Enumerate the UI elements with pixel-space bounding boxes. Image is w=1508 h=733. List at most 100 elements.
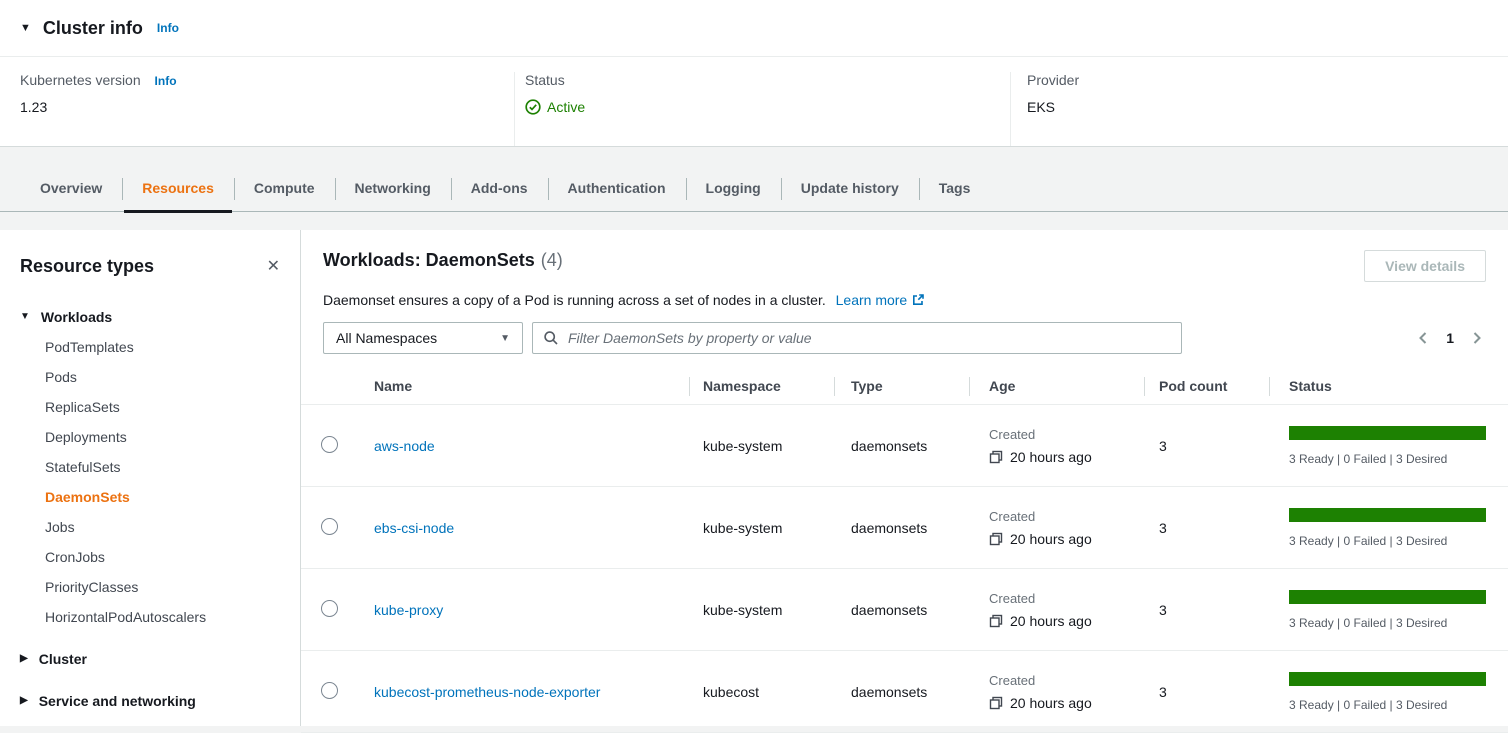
copy-icon[interactable] [989, 696, 1003, 710]
daemonset-name-link[interactable]: kube-proxy [374, 602, 443, 618]
namespace-cell: kube-system [689, 520, 834, 536]
type-cell: daemonsets [834, 438, 969, 454]
status-cell: 3 Ready | 0 Failed | 3 Desired [1269, 508, 1508, 548]
search-icon [543, 330, 559, 346]
tab-logging[interactable]: Logging [686, 167, 781, 211]
chevron-left-icon [1416, 330, 1430, 346]
status-bar [1289, 672, 1486, 686]
column-header-name: Name [364, 368, 689, 404]
column-header-age: Age [969, 368, 1144, 404]
tab-resources[interactable]: Resources [122, 167, 234, 211]
type-cell: daemonsets [834, 602, 969, 618]
row-radio-button[interactable] [321, 682, 338, 699]
daemonset-name-link[interactable]: aws-node [374, 438, 435, 454]
table-header-row: Name Namespace Type Age Pod count Status [301, 368, 1508, 405]
namespace-cell: kube-system [689, 602, 834, 618]
search-input[interactable] [566, 329, 1171, 347]
table-row: kubecost-prometheus-node-exporter kubeco… [301, 651, 1508, 733]
caret-right-icon: ▶ [20, 696, 28, 706]
resource-types-title: Resource types [20, 256, 154, 277]
sidebar-item-priorityclasses[interactable]: PriorityClasses [45, 572, 286, 602]
tree-group-cluster-label: Cluster [39, 651, 87, 667]
column-header-status: Status [1269, 368, 1508, 404]
selection-column-header [301, 368, 364, 404]
status-value: Active [547, 99, 585, 115]
view-details-button[interactable]: View details [1364, 250, 1486, 282]
daemonsets-search [532, 322, 1182, 354]
tabs-bar: Overview Resources Compute Networking Ad… [0, 167, 1508, 212]
pod-count-cell: 3 [1144, 520, 1269, 536]
previous-page-button[interactable] [1414, 328, 1432, 348]
next-page-button[interactable] [1468, 328, 1486, 348]
tree-group-service-and-networking[interactable]: ▶ Service and networking [20, 686, 286, 716]
sidebar-item-cronjobs[interactable]: CronJobs [45, 542, 286, 572]
resource-types-panel: Resource types ✕ ▼ Workloads PodTemplate… [0, 230, 301, 726]
eks-cluster-page: ▼ Cluster info Info Kubernetes version I… [0, 0, 1508, 726]
namespace-filter-dropdown[interactable]: All Namespaces ▼ [323, 322, 523, 354]
chevron-right-icon [1470, 330, 1484, 346]
sidebar-item-statefulsets[interactable]: StatefulSets [45, 452, 286, 482]
kubernetes-version-info-link[interactable]: Info [155, 74, 177, 88]
age-cell: Created 20 hours ago [969, 673, 1144, 711]
column-header-pod-count: Pod count [1144, 368, 1269, 404]
tree-group-workloads-label: Workloads [41, 309, 112, 325]
pod-count-cell: 3 [1144, 438, 1269, 454]
close-icon[interactable]: ✕ [261, 254, 286, 278]
type-cell: daemonsets [834, 684, 969, 700]
tab-update-history[interactable]: Update history [781, 167, 919, 211]
age-cell: Created 20 hours ago [969, 509, 1144, 547]
copy-icon[interactable] [989, 450, 1003, 464]
copy-icon[interactable] [989, 532, 1003, 546]
daemonsets-panel: Workloads: DaemonSets(4) View details Da… [301, 230, 1508, 726]
tree-group-workloads[interactable]: ▼ Workloads [20, 302, 286, 332]
sidebar-item-podtemplates[interactable]: PodTemplates [45, 332, 286, 362]
daemonset-name-link[interactable]: ebs-csi-node [374, 520, 454, 536]
external-link-icon [911, 293, 925, 307]
content-area: Resource types ✕ ▼ Workloads PodTemplate… [0, 230, 1508, 726]
sidebar-item-jobs[interactable]: Jobs [45, 512, 286, 542]
tab-authentication[interactable]: Authentication [548, 167, 686, 211]
caret-down-icon: ▼ [20, 312, 30, 322]
daemonset-name-link[interactable]: kubecost-prometheus-node-exporter [374, 684, 600, 700]
pod-count-cell: 3 [1144, 602, 1269, 618]
tab-networking[interactable]: Networking [335, 167, 451, 211]
status-bar [1289, 426, 1486, 440]
provider-value: EKS [1027, 99, 1508, 115]
row-radio-button[interactable] [321, 600, 338, 617]
column-header-namespace: Namespace [689, 368, 834, 404]
sidebar-item-deployments[interactable]: Deployments [45, 422, 286, 452]
kubernetes-version-label: Kubernetes version [20, 72, 141, 88]
learn-more-link[interactable]: Learn more [836, 292, 926, 308]
status-bar [1289, 590, 1486, 604]
tab-overview[interactable]: Overview [20, 167, 122, 211]
namespace-cell: kubecost [689, 684, 834, 700]
cluster-info-info-link[interactable]: Info [157, 21, 179, 35]
namespace-filter-value: All Namespaces [336, 330, 437, 346]
row-radio-button[interactable] [321, 436, 338, 453]
current-page[interactable]: 1 [1446, 330, 1454, 346]
table-row: aws-node kube-system daemonsets Created … [301, 405, 1508, 487]
cluster-info-card: ▼ Cluster info Info Kubernetes version I… [0, 0, 1508, 147]
tab-tags[interactable]: Tags [919, 167, 991, 211]
page-title: Cluster info [43, 18, 143, 39]
daemonsets-count: (4) [541, 250, 563, 270]
sidebar-item-replicasets[interactable]: ReplicaSets [45, 392, 286, 422]
sidebar-item-pods[interactable]: Pods [45, 362, 286, 392]
status-cell: 3 Ready | 0 Failed | 3 Desired [1269, 590, 1508, 630]
sidebar-item-horizontalpodautoscalers[interactable]: HorizontalPodAutoscalers [45, 602, 286, 632]
sidebar-item-daemonsets[interactable]: DaemonSets [45, 482, 286, 512]
copy-icon[interactable] [989, 614, 1003, 628]
tree-group-cluster[interactable]: ▶ Cluster [20, 644, 286, 674]
tree-group-service-label: Service and networking [39, 693, 196, 709]
cluster-info-header: ▼ Cluster info Info [0, 0, 1508, 57]
row-radio-button[interactable] [321, 518, 338, 535]
tab-compute[interactable]: Compute [234, 167, 335, 211]
cluster-details: Kubernetes version Info 1.23 Status Acti… [0, 57, 1508, 146]
section-collapse-icon[interactable]: ▼ [20, 23, 31, 34]
pagination: 1 [1414, 328, 1486, 348]
status-cell: 3 Ready | 0 Failed | 3 Desired [1269, 426, 1508, 466]
age-cell: Created 20 hours ago [969, 591, 1144, 629]
tab-add-ons[interactable]: Add-ons [451, 167, 548, 211]
status-field: Status Active [514, 72, 1010, 146]
tabs-strip: Overview Resources Compute Networking Ad… [0, 147, 1508, 230]
